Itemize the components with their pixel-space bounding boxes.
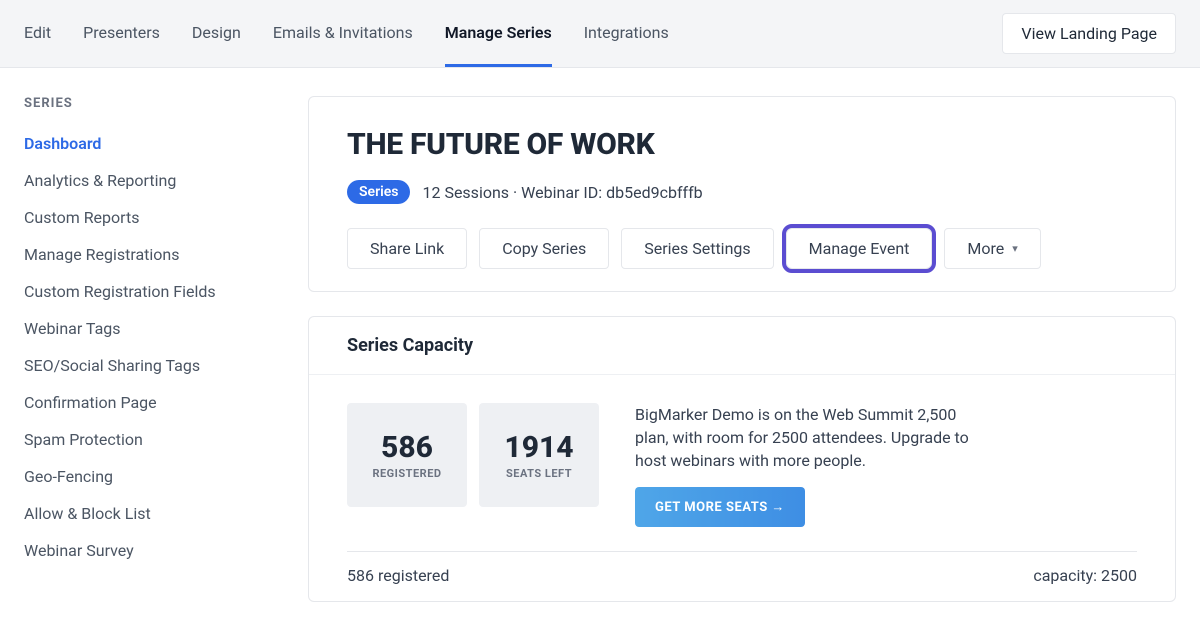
stat-registered-label: REGISTERED xyxy=(372,467,441,480)
capacity-title: Series Capacity xyxy=(347,335,1137,356)
tab-design[interactable]: Design xyxy=(192,0,241,67)
sidebar-item-manage-registrations[interactable]: Manage Registrations xyxy=(24,236,276,273)
view-landing-page-button[interactable]: View Landing Page xyxy=(1002,13,1176,54)
main-content: THE FUTURE OF WORK Series 12 Sessions · … xyxy=(308,96,1176,602)
get-more-seats-button[interactable]: GET MORE SEATS → xyxy=(635,487,805,527)
layout: SERIES Dashboard Analytics & Reporting C… xyxy=(0,68,1200,602)
more-button-label: More xyxy=(967,239,1004,258)
stat-registered-value: 586 xyxy=(381,430,433,465)
event-title: THE FUTURE OF WORK xyxy=(347,127,1137,162)
event-meta-text: 12 Sessions · Webinar ID: db5ed9cbfffb xyxy=(422,183,702,202)
tab-emails-invitations[interactable]: Emails & Invitations xyxy=(273,0,413,67)
stat-seats-label: SEATS LEFT xyxy=(506,467,572,480)
series-badge: Series xyxy=(347,180,410,204)
topbar-tabs: Edit Presenters Design Emails & Invitati… xyxy=(24,0,669,67)
tab-presenters[interactable]: Presenters xyxy=(83,0,160,67)
series-settings-button[interactable]: Series Settings xyxy=(621,228,773,269)
capacity-footer-left: 586 registered xyxy=(347,566,449,585)
capacity-header: Series Capacity xyxy=(309,317,1175,375)
manage-event-button[interactable]: Manage Event xyxy=(786,228,933,269)
capacity-description: BigMarker Demo is on the Web Summit 2,50… xyxy=(635,403,975,473)
sidebar-item-dashboard[interactable]: Dashboard xyxy=(24,125,276,162)
sidebar-item-custom-registration-fields[interactable]: Custom Registration Fields xyxy=(24,273,276,310)
sidebar-item-spam-protection[interactable]: Spam Protection xyxy=(24,421,276,458)
stat-seats-left: 1914 SEATS LEFT xyxy=(479,403,599,507)
copy-series-button[interactable]: Copy Series xyxy=(479,228,609,269)
capacity-footer: 586 registered capacity: 2500 xyxy=(347,566,1137,585)
event-header-card: THE FUTURE OF WORK Series 12 Sessions · … xyxy=(308,96,1176,292)
sidebar-item-geo-fencing[interactable]: Geo-Fencing xyxy=(24,458,276,495)
topbar: Edit Presenters Design Emails & Invitati… xyxy=(0,0,1200,68)
capacity-body: 586 REGISTERED 1914 SEATS LEFT BigMarker… xyxy=(309,375,1175,601)
sidebar-item-allow-block[interactable]: Allow & Block List xyxy=(24,495,276,532)
tab-edit[interactable]: Edit xyxy=(24,0,51,67)
capacity-description-block: BigMarker Demo is on the Web Summit 2,50… xyxy=(635,403,975,527)
event-meta-row: Series 12 Sessions · Webinar ID: db5ed9c… xyxy=(347,180,1137,204)
sidebar-item-webinar-survey[interactable]: Webinar Survey xyxy=(24,532,276,569)
sidebar-heading: SERIES xyxy=(24,96,276,111)
action-row: Share Link Copy Series Series Settings M… xyxy=(347,228,1137,269)
chevron-down-icon: ▾ xyxy=(1012,242,1018,255)
sidebar-item-custom-reports[interactable]: Custom Reports xyxy=(24,199,276,236)
sidebar-item-confirmation-page[interactable]: Confirmation Page xyxy=(24,384,276,421)
stat-registered: 586 REGISTERED xyxy=(347,403,467,507)
tab-integrations[interactable]: Integrations xyxy=(584,0,669,67)
capacity-card: Series Capacity 586 REGISTERED 1914 SEAT… xyxy=(308,316,1176,602)
stats-row: 586 REGISTERED 1914 SEATS LEFT BigMarker… xyxy=(347,403,1137,527)
share-link-button[interactable]: Share Link xyxy=(347,228,467,269)
sidebar: SERIES Dashboard Analytics & Reporting C… xyxy=(24,96,276,602)
stat-seats-value: 1914 xyxy=(504,430,573,465)
more-button[interactable]: More ▾ xyxy=(944,228,1040,269)
sidebar-item-seo-social[interactable]: SEO/Social Sharing Tags xyxy=(24,347,276,384)
sidebar-item-analytics[interactable]: Analytics & Reporting xyxy=(24,162,276,199)
capacity-footer-right: capacity: 2500 xyxy=(1033,566,1137,585)
divider xyxy=(347,551,1137,552)
sidebar-item-webinar-tags[interactable]: Webinar Tags xyxy=(24,310,276,347)
tab-manage-series[interactable]: Manage Series xyxy=(445,0,552,67)
